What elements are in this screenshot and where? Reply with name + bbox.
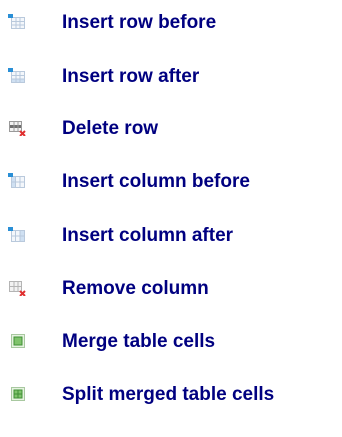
insert-row-before-icon bbox=[8, 14, 26, 30]
menu-item-label: Insert column before bbox=[62, 171, 250, 192]
menu-item-insert-row-after[interactable]: Insert row after bbox=[0, 63, 330, 93]
menu-item-delete-row[interactable]: Delete row bbox=[0, 115, 330, 145]
menu-item-remove-column[interactable]: Remove column bbox=[0, 275, 330, 305]
menu-item-merge-table-cells[interactable]: Merge table cells bbox=[0, 328, 330, 358]
menu-item-label: Merge table cells bbox=[62, 331, 216, 352]
table-operations-menu: Insert row before Insert row after Delet… bbox=[0, 0, 342, 437]
menu-item-insert-row-before[interactable]: Insert row before bbox=[0, 9, 330, 39]
menu-item-label: Delete row bbox=[62, 118, 159, 139]
split-cells-icon bbox=[8, 386, 26, 402]
insert-row-after-icon bbox=[8, 68, 26, 84]
menu-item-label: Insert column after bbox=[62, 225, 234, 246]
menu-item-label: Insert row after bbox=[62, 66, 200, 87]
menu-item-label: Split merged table cells bbox=[62, 384, 275, 405]
menu-item-insert-column-before[interactable]: Insert column before bbox=[0, 168, 330, 198]
insert-column-before-icon bbox=[8, 173, 26, 189]
menu-item-label: Insert row before bbox=[62, 12, 217, 33]
merge-cells-icon bbox=[8, 333, 26, 349]
remove-column-icon bbox=[8, 280, 26, 296]
delete-row-icon bbox=[8, 120, 26, 136]
insert-column-after-icon bbox=[8, 227, 26, 243]
menu-item-insert-column-after[interactable]: Insert column after bbox=[0, 222, 330, 252]
menu-item-split-merged-table-cells[interactable]: Split merged table cells bbox=[0, 381, 330, 411]
menu-item-label: Remove column bbox=[62, 278, 209, 299]
